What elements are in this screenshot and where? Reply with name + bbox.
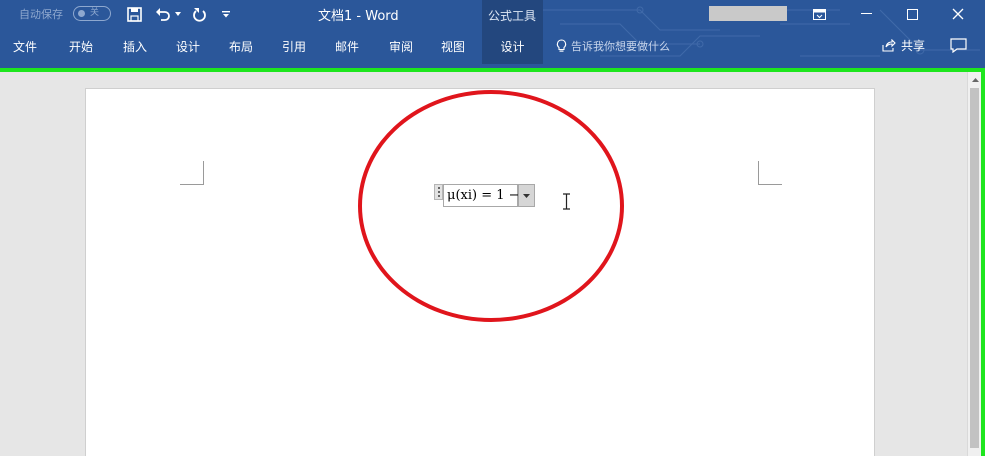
undo-icon[interactable]: [154, 4, 172, 24]
tab-view[interactable]: 视图: [441, 38, 465, 56]
toggle-knob: [78, 10, 85, 17]
tab-file[interactable]: 文件: [13, 38, 37, 56]
tell-me-text: 告诉我你想要做什么: [571, 40, 670, 53]
tab-insert[interactable]: 插入: [123, 38, 147, 56]
minimize-icon[interactable]: [843, 2, 889, 26]
lightbulb-icon: [556, 39, 567, 52]
tab-references[interactable]: 引用: [282, 38, 306, 56]
ribbon-display-icon[interactable]: [796, 2, 842, 26]
autosave-toggle[interactable]: 关: [73, 6, 111, 21]
maximize-icon[interactable]: [889, 2, 935, 26]
save-icon[interactable]: [125, 4, 143, 24]
tab-equation-design[interactable]: 设计: [482, 34, 543, 64]
close-icon[interactable]: [935, 2, 981, 26]
tab-mailings[interactable]: 邮件: [335, 38, 359, 56]
account-name[interactable]: [709, 6, 787, 21]
document-title: 文档1 - Word: [318, 9, 399, 24]
share-icon: [882, 39, 896, 52]
tab-home[interactable]: 开始: [69, 38, 93, 56]
annotation-circle: [358, 90, 624, 322]
comments-icon[interactable]: [950, 38, 967, 57]
tell-me-box[interactable]: 告诉我你想要做什么: [556, 38, 670, 54]
context-group-label: 公式工具: [482, 0, 543, 34]
margin-corner-left: [180, 161, 204, 185]
tab-layout[interactable]: 布局: [229, 38, 253, 56]
share-button[interactable]: 共享: [882, 37, 925, 54]
customize-icon[interactable]: [220, 4, 232, 24]
tab-review[interactable]: 审阅: [389, 38, 413, 56]
redo-icon[interactable]: [190, 4, 208, 24]
toggle-state: 关: [90, 8, 100, 18]
share-label: 共享: [901, 39, 926, 53]
title-ribbon-bar: 自动保存 关 文档1 - Word 公式工具 文件 开始 插入 设计 布局 引用…: [0, 0, 985, 68]
tab-design[interactable]: 设计: [176, 38, 200, 56]
undo-dropdown-icon[interactable]: [174, 4, 182, 24]
margin-corner-right: [758, 161, 782, 185]
autosave-label: 自动保存: [19, 8, 63, 21]
scroll-thumb[interactable]: [970, 88, 979, 448]
vertical-scrollbar[interactable]: [967, 72, 981, 456]
scroll-up-icon[interactable]: [970, 75, 980, 85]
